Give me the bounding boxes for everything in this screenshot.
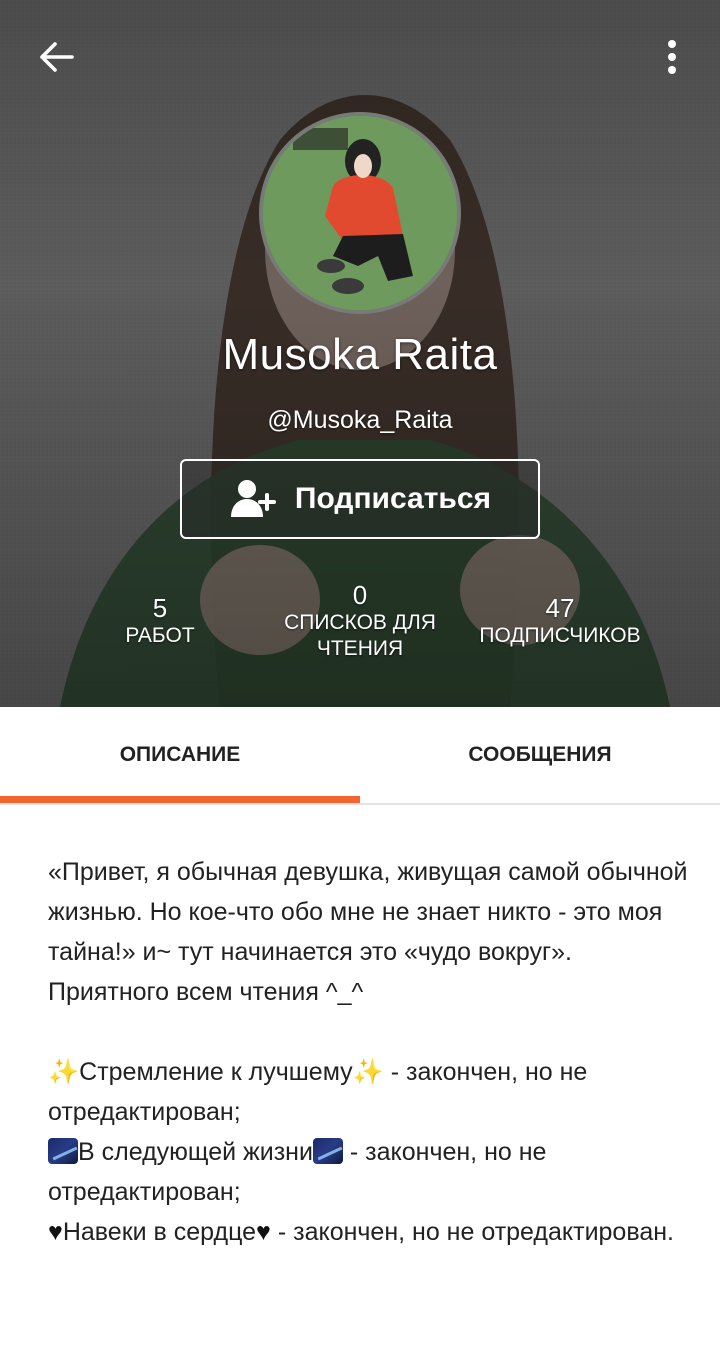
work-title: Навеки в сердце — [62, 1218, 257, 1246]
sparkles-icon: ✨ — [48, 1058, 80, 1086]
stat-reading-lists-value: 0 — [352, 580, 368, 610]
username: @Musoka_Raita — [267, 406, 453, 434]
stat-works[interactable]: 5 РАБОТ — [100, 593, 220, 649]
work-status: - закончен, но не отредактирован. — [270, 1218, 674, 1246]
active-tab-indicator — [0, 796, 360, 803]
avatar-image — [263, 116, 457, 310]
stat-reading-lists[interactable]: 0 СПИСКОВ ДЛЯ ЧТЕНИЯ — [270, 580, 450, 662]
work-item: В следующей жизни - закончен, но не отре… — [48, 1132, 688, 1212]
display-name: Musoka Raita — [222, 330, 498, 379]
milky-way-icon — [312, 1138, 343, 1164]
stat-works-label: РАБОТ — [125, 624, 195, 647]
work-title: В следующей жизни — [78, 1138, 313, 1166]
tab-about-label: ОПИСАНИЕ — [119, 743, 241, 766]
follow-button-label: Подписаться — [294, 482, 492, 515]
tab-messages[interactable]: СООБЩЕНИЯ — [360, 707, 720, 803]
heart-icon: ♥ — [48, 1218, 63, 1246]
description-intro: «Привет, я обычная девушка, живущая само… — [48, 858, 688, 966]
tab-messages-label: СООБЩЕНИЯ — [468, 743, 612, 766]
stat-followers-label: ПОДПИСЧИКОВ — [479, 624, 641, 647]
back-button[interactable] — [26, 30, 86, 84]
heart-icon: ♥ — [256, 1218, 271, 1246]
more-vertical-icon — [668, 40, 676, 74]
work-item: ✨Стремление к лучшему✨ - закончен, но не… — [48, 1052, 688, 1132]
more-options-button[interactable] — [648, 30, 696, 84]
follow-button[interactable]: Подписаться — [180, 459, 540, 539]
stat-followers-value: 47 — [545, 593, 575, 623]
profile-header: Musoka Raita @Musoka_Raita Подписаться 5… — [0, 0, 720, 707]
stat-reading-lists-label: СПИСКОВ ДЛЯ ЧТЕНИЯ — [284, 611, 436, 660]
add-user-icon — [229, 477, 277, 521]
avatar[interactable] — [259, 112, 461, 314]
stat-works-value: 5 — [152, 593, 168, 623]
tab-about[interactable]: ОПИСАНИЕ — [0, 707, 360, 803]
stat-followers[interactable]: 47 ПОДПИСЧИКОВ — [460, 593, 660, 649]
arrow-left-icon — [40, 42, 74, 72]
profile-description: «Привет, я обычная девушка, живущая само… — [48, 852, 688, 1252]
profile-tabs: ОПИСАНИЕ СООБЩЕНИЯ — [0, 707, 720, 805]
work-title: Стремление к лучшему — [79, 1058, 353, 1086]
description-greeting: Приятного всем чтения ^_^ — [48, 978, 364, 1006]
sparkles-icon: ✨ — [352, 1058, 384, 1086]
milky-way-icon — [48, 1138, 78, 1164]
work-item: ♥Навеки в сердце♥ - закончен, но не отре… — [48, 1212, 688, 1252]
